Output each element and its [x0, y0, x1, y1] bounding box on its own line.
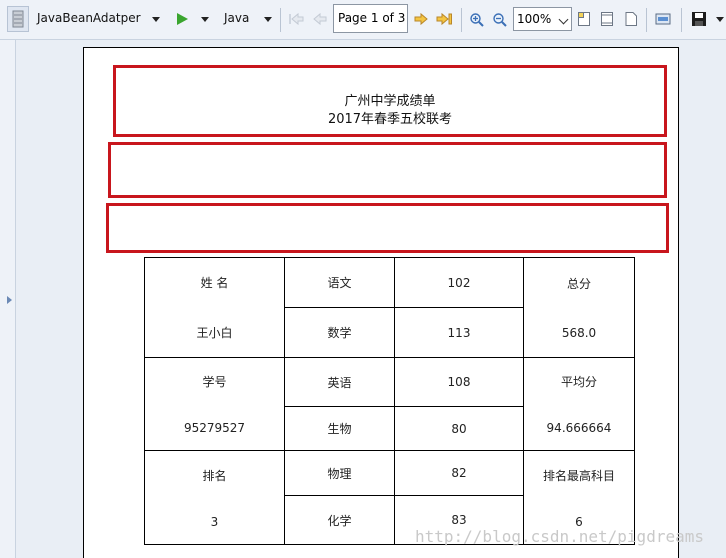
name-label: 姓 名: [200, 276, 229, 291]
student-id-cell: 学号 95279527: [144, 357, 285, 451]
subject-physics-label: 物理: [284, 449, 395, 497]
page-indicator[interactable]: Page 1 of 3: [333, 4, 408, 33]
datasource-grip-icon[interactable]: [7, 6, 29, 32]
subject-biology-label: 生物: [284, 406, 395, 451]
subject-math-label: 数学: [284, 307, 395, 358]
datasource-dropdown-icon[interactable]: [150, 15, 162, 23]
name-cell: 姓 名 王小白: [144, 257, 285, 358]
name-value: 王小白: [196, 325, 233, 340]
subject-chemistry-label: 化学: [284, 495, 395, 545]
subject-english-label: 英语: [284, 357, 395, 407]
report-subtitle: 2017年春季五校联考: [327, 112, 453, 127]
total-label: 总分: [566, 277, 591, 291]
student-id-value: 95279527: [183, 420, 246, 435]
chevron-down-icon: [558, 14, 569, 25]
run-report-icon[interactable]: [174, 11, 190, 27]
watermark-text: http://blog.csdn.net/pigdreams: [415, 527, 704, 546]
subject-english-score: 108: [394, 357, 524, 407]
subject-physics-score: 82: [394, 449, 524, 497]
report-preview-toolbar: JavaBeanAdatper Java Page 1 of 3 100%: [0, 0, 726, 40]
previous-page-icon[interactable]: [311, 11, 329, 27]
run-dropdown-icon[interactable]: [199, 15, 211, 23]
rank-value: 3: [210, 514, 219, 529]
average-value: 94.666664: [546, 420, 612, 435]
page-header-band: [108, 142, 667, 198]
last-page-icon[interactable]: [435, 11, 455, 27]
student-id-label: 学号: [202, 375, 227, 390]
average-label: 平均分: [560, 375, 597, 390]
rank-cell: 排名 3: [144, 450, 285, 545]
expand-panel-icon[interactable]: [7, 296, 12, 304]
subject-biology-score: 80: [394, 406, 524, 451]
zoom-level-value: 100%: [517, 12, 552, 26]
actual-size-icon[interactable]: [576, 10, 592, 28]
zoom-out-icon[interactable]: [491, 11, 509, 28]
total-value: 568.0: [561, 326, 597, 340]
title-band: 广州中学成绩单 2017年春季五校联考: [113, 65, 667, 137]
column-header-band: [106, 203, 669, 253]
first-page-icon[interactable]: [287, 11, 305, 27]
subject-math-score: 113: [394, 307, 524, 358]
subject-chinese-label: 语文: [284, 257, 395, 308]
zoom-in-icon[interactable]: [468, 11, 486, 28]
save-icon[interactable]: [690, 10, 708, 28]
average-cell: 平均分 94.666664: [523, 357, 635, 451]
next-page-icon[interactable]: [412, 11, 430, 27]
subject-chinese-score: 102: [394, 257, 524, 308]
total-cell: 总分 568.0: [523, 257, 635, 358]
language-selector[interactable]: Java: [224, 11, 249, 25]
top-subject-label: 排名最高科目: [542, 468, 615, 483]
fit-page-icon[interactable]: [623, 10, 639, 28]
report-title: 广州中学成绩单: [344, 94, 436, 109]
fit-width-icon[interactable]: [599, 10, 615, 28]
datasource-selector[interactable]: JavaBeanAdatper: [37, 11, 141, 25]
export-icon[interactable]: [654, 11, 672, 27]
rank-label: 排名: [202, 468, 227, 483]
language-dropdown-icon[interactable]: [262, 15, 274, 23]
zoom-level-select[interactable]: 100%: [513, 7, 572, 31]
side-panel-strip[interactable]: [0, 40, 16, 558]
save-dropdown-icon[interactable]: [714, 15, 726, 23]
score-table: 姓 名 王小白 语文 102 总分 568.0 数学 113 学号 952795…: [144, 257, 635, 545]
